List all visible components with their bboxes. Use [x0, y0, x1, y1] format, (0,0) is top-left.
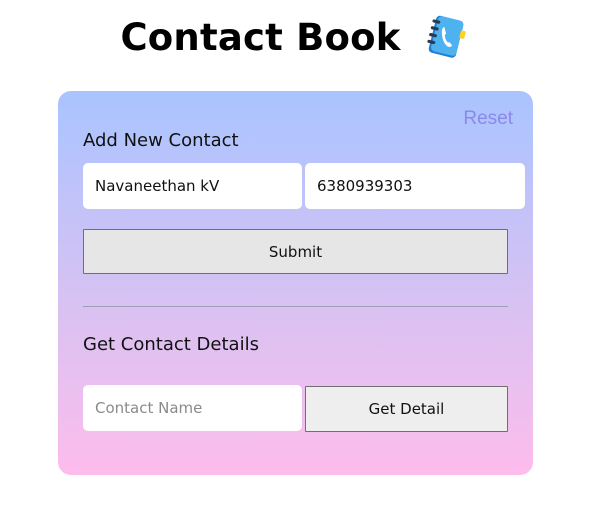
reset-link[interactable]: Reset [463, 108, 513, 130]
contact-phone-input[interactable] [305, 163, 525, 209]
page-title: Contact Book [120, 15, 401, 59]
lookup-name-input[interactable] [83, 385, 302, 431]
submit-button[interactable]: Submit [83, 229, 508, 274]
contact-card: Reset Add New Contact Submit Get Contact… [58, 91, 533, 475]
title-row: Contact Book [0, 10, 591, 64]
add-contact-heading: Add New Contact [83, 130, 239, 151]
contact-name-input[interactable] [83, 163, 302, 209]
get-contact-heading: Get Contact Details [83, 334, 259, 355]
address-book-icon [426, 15, 466, 58]
section-divider [83, 306, 508, 307]
get-detail-button[interactable]: Get Detail [305, 386, 508, 432]
